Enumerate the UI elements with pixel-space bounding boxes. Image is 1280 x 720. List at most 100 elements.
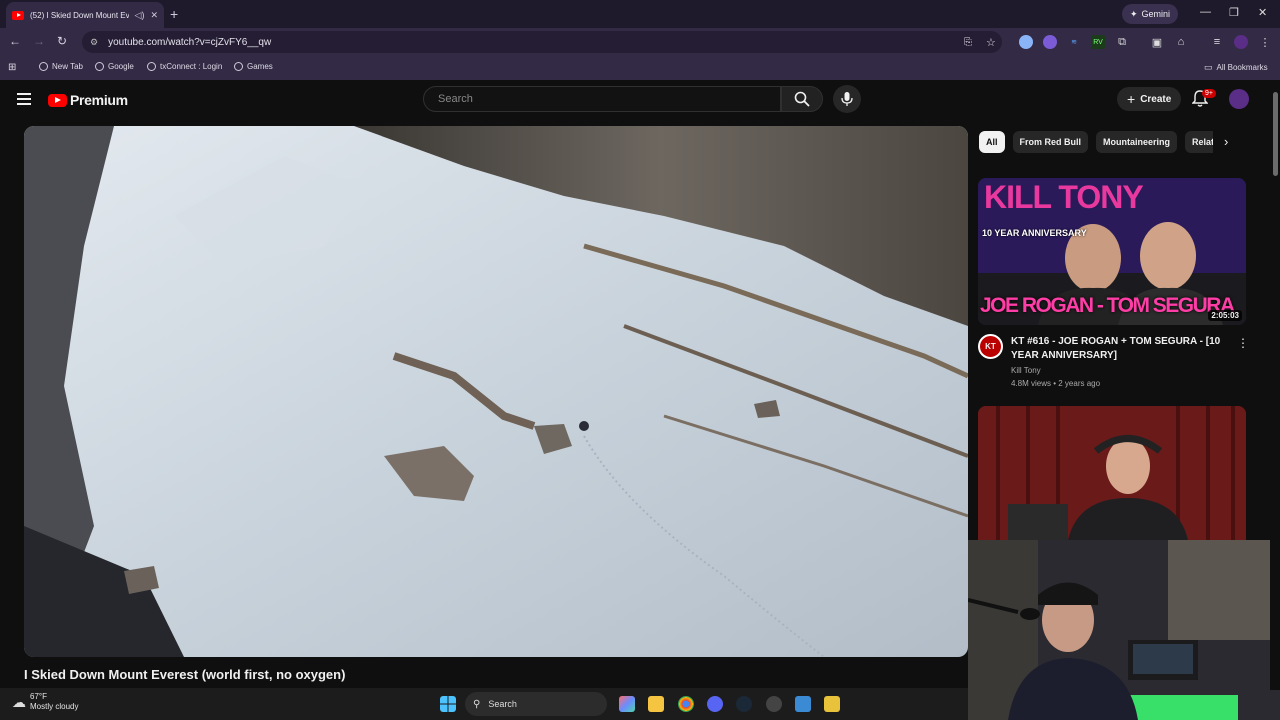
bookmark-label: txConnect : Login xyxy=(160,62,223,71)
chip-from-red-bull[interactable]: From Red Bull xyxy=(1012,131,1089,153)
extension-rev-icon[interactable]: RV xyxy=(1091,35,1105,49)
search-placeholder: Search xyxy=(438,93,473,105)
cloud-sun-icon: ☁ xyxy=(12,693,26,710)
weather-widget[interactable]: ☁ 67°F Mostly cloudy xyxy=(12,692,78,712)
site-settings-icon[interactable]: ⚙ xyxy=(90,37,98,48)
youtube-play-icon xyxy=(48,93,67,107)
taskbar-search[interactable]: ⚲ Search xyxy=(465,692,607,716)
create-button[interactable]: + Create xyxy=(1117,87,1182,111)
temperature: 67°F xyxy=(30,692,47,701)
bookmark-label: New Tab xyxy=(52,62,83,71)
bookmark-google[interactable]: Google xyxy=(95,62,134,71)
sparkle-icon: ✦ xyxy=(1130,8,1138,19)
hamburger-menu-icon[interactable] xyxy=(17,93,31,105)
taskbar-search-label: Search xyxy=(488,699,517,709)
thumbnail-sub-text: 10 YEAR ANNIVERSARY xyxy=(982,228,1087,238)
recommendation-meta: 4.8M views • 2 years ago xyxy=(1011,379,1101,388)
browser-menu-icon[interactable]: ⋮ xyxy=(1258,35,1272,49)
youtube-favicon-icon xyxy=(12,10,24,20)
bookmarks-bar: ⊞ New Tab Google txConnect : Login Games… xyxy=(0,56,1280,80)
gemini-label: Gemini xyxy=(1141,9,1171,19)
notification-count-badge: 9+ xyxy=(1202,89,1216,98)
chevron-right-icon[interactable]: › xyxy=(1224,134,1228,149)
cast-icon[interactable]: ⌂ xyxy=(1174,35,1188,49)
globe-icon xyxy=(39,62,48,71)
tab-close-icon[interactable]: ✕ xyxy=(150,10,158,21)
address-bar[interactable]: ⚙ youtube.com/watch?v=cjZvFY6__qw ⎘ ☆ xyxy=(82,31,1002,53)
chip-all[interactable]: All xyxy=(979,131,1005,153)
youtube-logo[interactable]: Premium xyxy=(48,92,128,108)
chip-related[interactable]: Relate xyxy=(1185,131,1214,153)
weather-condition: Mostly cloudy xyxy=(30,702,79,711)
new-tab-button[interactable]: + xyxy=(170,6,178,22)
more-options-icon[interactable]: ⋮ xyxy=(1237,336,1249,350)
browser-tab-strip: (52) I Skied Down Mount Ev ◁) ✕ + ✦ Gemi… xyxy=(0,0,1280,28)
browser-tab[interactable]: (52) I Skied Down Mount Ev ◁) ✕ xyxy=(6,2,164,28)
back-icon[interactable]: ← xyxy=(9,34,21,48)
app-icon[interactable] xyxy=(824,696,840,712)
voice-search-button[interactable] xyxy=(833,85,861,113)
account-avatar[interactable] xyxy=(1229,89,1249,109)
photos-icon[interactable] xyxy=(795,696,811,712)
windows-taskbar: ☁ 67°F Mostly cloudy ⚲ Search xyxy=(0,688,968,720)
steam-icon[interactable] xyxy=(736,696,752,712)
bookmark-label: Google xyxy=(108,62,134,71)
video-frame-mountain-snow xyxy=(24,126,968,657)
thumbnail-top-text: KILL TONY xyxy=(984,179,1144,215)
windows-start-icon[interactable] xyxy=(440,696,456,712)
browser-toolbar: ← → ↻ ⚙ youtube.com/watch?v=cjZvFY6__qw … xyxy=(0,28,1280,56)
search-button[interactable] xyxy=(781,86,823,112)
google-icon xyxy=(95,62,104,71)
restore-icon[interactable]: ❐ xyxy=(1229,6,1239,19)
search-icon xyxy=(794,91,810,107)
recommendation-thumbnail[interactable]: KILL TONY 10 YEAR ANNIVERSARY JOE ROGAN … xyxy=(978,178,1246,325)
reading-list-icon[interactable]: ≡ xyxy=(1210,35,1224,49)
globe-icon xyxy=(234,62,243,71)
tab-title: (52) I Skied Down Mount Ev xyxy=(30,10,129,20)
apps-grid-icon[interactable]: ⊞ xyxy=(8,62,16,73)
related-filter-chips: All From Red Bull Mountaineering Relate xyxy=(979,131,1214,153)
window-close-icon[interactable]: ✕ xyxy=(1258,6,1267,19)
chrome-icon[interactable] xyxy=(678,696,694,712)
minimize-icon[interactable]: — xyxy=(1200,6,1211,18)
file-explorer-icon[interactable] xyxy=(648,696,664,712)
recommendation-channel[interactable]: Kill Tony xyxy=(1011,366,1041,375)
all-bookmarks-label: All Bookmarks xyxy=(1216,63,1268,72)
extension-profile-icon[interactable] xyxy=(1019,35,1033,49)
tab-search-icon[interactable]: ▣ xyxy=(1150,35,1164,49)
video-player[interactable] xyxy=(24,126,968,657)
install-app-icon[interactable]: ⎘ xyxy=(964,37,972,48)
recommendation-thumbnail-2[interactable] xyxy=(978,406,1246,540)
obs-icon[interactable] xyxy=(766,696,782,712)
bookmark-star-icon[interactable]: ☆ xyxy=(986,36,996,49)
youtube-masthead: Premium Search + Create 9+ xyxy=(0,80,1280,120)
bookmark-new-tab[interactable]: New Tab xyxy=(39,62,83,71)
logo-text: Premium xyxy=(70,92,128,108)
speaker-icon[interactable]: ◁) xyxy=(135,10,145,21)
video-title: I Skied Down Mount Everest (world first,… xyxy=(24,667,346,682)
recommendation-title[interactable]: KT #616 - JOE ROGAN + TOM SEGURA - [10 Y… xyxy=(1011,335,1229,363)
globe-icon xyxy=(147,62,156,71)
browser-profile-avatar[interactable] xyxy=(1234,35,1248,49)
gemini-button[interactable]: ✦ Gemini xyxy=(1122,4,1179,24)
copilot-icon[interactable] xyxy=(619,696,635,712)
bookmark-games[interactable]: Games xyxy=(234,62,273,71)
bookmark-txconnect[interactable]: txConnect : Login xyxy=(147,62,222,71)
extension-sketch-icon[interactable] xyxy=(1043,35,1057,49)
url-text: youtube.com/watch?v=cjZvFY6__qw xyxy=(108,36,272,48)
thumbnail-bottom-text: JOE ROGAN - TOM SEGURA xyxy=(980,294,1235,317)
plus-icon: + xyxy=(1127,91,1136,107)
extensions-puzzle-icon[interactable]: ⧉ xyxy=(1115,35,1129,49)
search-input[interactable]: Search xyxy=(423,86,781,112)
webcam-feed-image xyxy=(968,540,1280,720)
webcam-overlay xyxy=(968,540,1280,720)
bookmark-label: Games xyxy=(247,62,273,71)
reload-icon[interactable]: ↻ xyxy=(57,34,67,48)
channel-avatar[interactable]: KT xyxy=(978,334,1003,359)
extension-wave-icon[interactable]: ≋ xyxy=(1067,35,1081,49)
scrollbar-thumb[interactable] xyxy=(1273,92,1278,176)
all-bookmarks-button[interactable]: ▭ All Bookmarks xyxy=(1204,62,1268,73)
forward-icon[interactable]: → xyxy=(33,34,45,48)
chip-mountaineering[interactable]: Mountaineering xyxy=(1096,131,1178,153)
discord-icon[interactable] xyxy=(707,696,723,712)
